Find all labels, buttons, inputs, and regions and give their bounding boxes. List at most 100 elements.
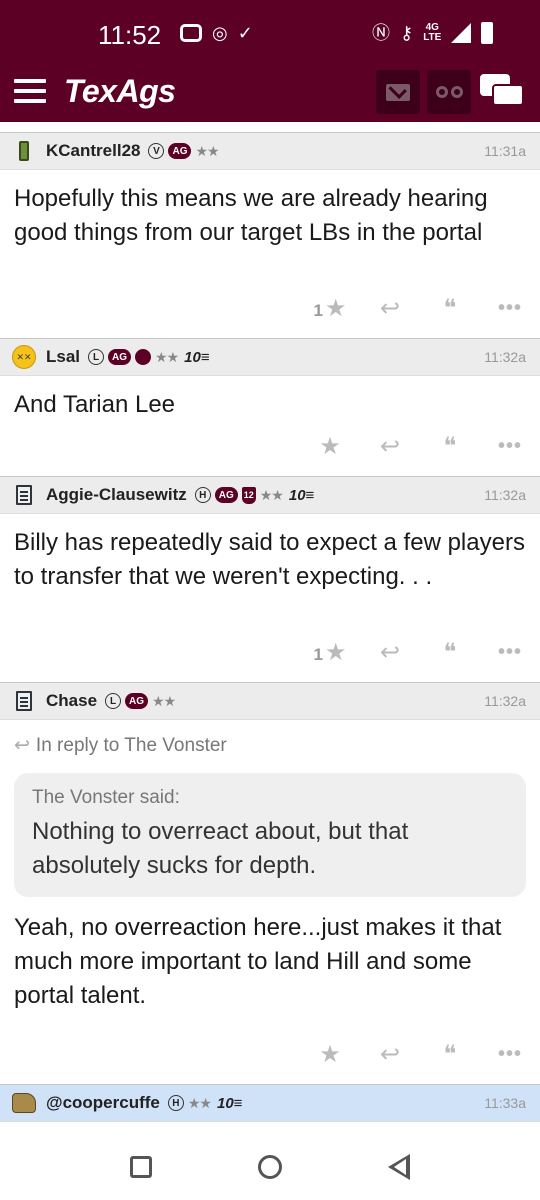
post-time: 11:32a: [484, 349, 526, 365]
post-body: And Tarian Lee: [14, 391, 176, 418]
reply-button[interactable]: ↩: [360, 638, 420, 667]
ag-badge: AG: [125, 693, 149, 709]
username[interactable]: Chase: [46, 691, 97, 711]
signal-icon: [451, 23, 472, 43]
like-button[interactable]: 1★: [300, 638, 360, 667]
avatar[interactable]: [12, 1091, 36, 1115]
app-bar: TexAgs: [0, 60, 540, 122]
user-badge: L: [105, 693, 122, 709]
quote-button[interactable]: ❝: [420, 1040, 480, 1069]
star-icon: ★: [324, 294, 347, 322]
thread-feed: KCantrell28 V AG ★★ 11:31a Hopefully thi…: [0, 122, 540, 1134]
star-icon: ★: [324, 638, 347, 666]
avatar[interactable]: [12, 689, 36, 713]
home-button[interactable]: [258, 1155, 282, 1179]
messages-button[interactable]: [376, 70, 420, 114]
reply-icon: ↩: [379, 638, 401, 666]
rank-stars: ★★: [152, 692, 176, 709]
rank-stars: ★★: [259, 486, 284, 503]
post-actions: 1★ ↩ ❝ •••: [300, 288, 540, 328]
phone-icon: [19, 141, 29, 161]
username[interactable]: Aggie-Clausewitz: [46, 485, 187, 505]
reply-to-label: In reply to The Vonster: [35, 735, 227, 756]
recents-button[interactable]: [130, 1156, 152, 1178]
status-bar: 11:52 ◎ ✓ Ⓝ ⚷ 4G LTE: [0, 0, 540, 60]
watch-button[interactable]: [427, 70, 471, 114]
rank-stars: ★★: [195, 142, 219, 159]
ag-badge: AG: [108, 349, 132, 365]
post: Aggie-Clausewitz H AG 12 ★★ 10≡ 11:32a B…: [0, 476, 540, 682]
network-indicator: 4G LTE: [423, 22, 442, 43]
ten-year-badge: 10≡: [216, 1094, 243, 1112]
menu-icon[interactable]: [14, 79, 46, 103]
post-body: Yeah, no overreaction here...just makes …: [14, 914, 502, 1009]
system-nav-bar: [0, 1134, 540, 1200]
more-icon: •••: [497, 1042, 522, 1065]
reply-icon: ↩: [379, 1040, 401, 1068]
ag-badge: AG: [168, 143, 192, 159]
post-time: 11:32a: [484, 487, 526, 503]
more-button[interactable]: •••: [480, 1043, 540, 1066]
like-count: 1: [313, 644, 323, 664]
user-badge: V: [148, 143, 165, 159]
dizzy-face-icon: ✕✕: [12, 345, 36, 369]
post-actions: ★ ↩ ❝ •••: [300, 426, 540, 466]
quote-button[interactable]: ❝: [420, 432, 480, 461]
username[interactable]: KCantrell28: [46, 141, 140, 161]
avatar[interactable]: [12, 139, 36, 163]
screen-record-icon: [180, 24, 202, 42]
reply-to-link[interactable]: ↩ In reply to The Vonster: [0, 720, 540, 757]
texags-logo[interactable]: TexAgs: [64, 73, 176, 110]
post-header: ✕✕ Lsal L AG ★★ 10≡ 11:32a: [0, 338, 540, 376]
post-actions: ★ ↩ ❝ •••: [300, 1034, 540, 1074]
binoculars-icon: [435, 86, 463, 98]
post: @coopercuffe H ★★ 10≡ 11:33a: [0, 1084, 540, 1134]
document-icon: [16, 691, 32, 711]
mail-icon: [386, 83, 410, 101]
quote-button[interactable]: ❝: [420, 638, 480, 667]
username[interactable]: @coopercuffe: [46, 1093, 160, 1113]
more-button[interactable]: •••: [480, 297, 540, 320]
like-button[interactable]: ★: [300, 432, 360, 461]
quote-block: The Vonster said: Nothing to overreact a…: [14, 773, 526, 897]
post-body: Hopefully this means we are already hear…: [14, 185, 488, 246]
more-icon: •••: [497, 640, 522, 663]
post-time: 11:33a: [484, 1095, 526, 1111]
more-button[interactable]: •••: [480, 641, 540, 664]
nfc-icon: Ⓝ: [372, 23, 390, 43]
user-badge: L: [88, 349, 105, 365]
team-logo-icon: [135, 349, 152, 365]
battery-icon: [481, 22, 494, 44]
username[interactable]: Lsal: [46, 347, 80, 367]
like-button[interactable]: ★: [300, 1040, 360, 1069]
instagram-icon: ◎: [212, 23, 228, 43]
post-header: KCantrell28 V AG ★★ 11:31a: [0, 132, 540, 170]
reply-icon: ↩: [14, 735, 30, 756]
rank-stars: ★★: [187, 1094, 212, 1111]
nike-icon: ✓: [237, 23, 253, 43]
quote-icon: ❝: [443, 1040, 457, 1068]
post-body: Billy has repeatedly said to expect a fe…: [14, 529, 525, 590]
post: ✕✕ Lsal L AG ★★ 10≡ 11:32a And Tarian Le…: [0, 338, 540, 476]
back-button[interactable]: [388, 1154, 410, 1180]
quote-icon: ❝: [443, 432, 457, 460]
reply-button[interactable]: ↩: [360, 432, 420, 461]
like-count: 1: [313, 300, 323, 320]
post-header: Aggie-Clausewitz H AG 12 ★★ 10≡ 11:32a: [0, 476, 540, 514]
post-time: 11:32a: [484, 693, 526, 709]
more-icon: •••: [497, 434, 522, 457]
reply-button[interactable]: ↩: [360, 294, 420, 323]
avatar[interactable]: [12, 483, 36, 507]
avatar[interactable]: ✕✕: [12, 345, 36, 369]
post: Chase L AG ★★ 11:32a ↩ In reply to The Vo…: [0, 682, 540, 1084]
document-icon: [16, 485, 32, 505]
quote-button[interactable]: ❝: [420, 294, 480, 323]
reply-button[interactable]: ↩: [360, 1040, 420, 1069]
post-time: 11:31a: [484, 143, 526, 159]
more-button[interactable]: •••: [480, 435, 540, 458]
chat-icon[interactable]: [480, 74, 526, 114]
ten-year-badge: 10≡: [184, 348, 210, 366]
dog-icon: [12, 1093, 36, 1113]
like-button[interactable]: 1★: [300, 294, 360, 323]
reply-icon: ↩: [379, 294, 401, 322]
